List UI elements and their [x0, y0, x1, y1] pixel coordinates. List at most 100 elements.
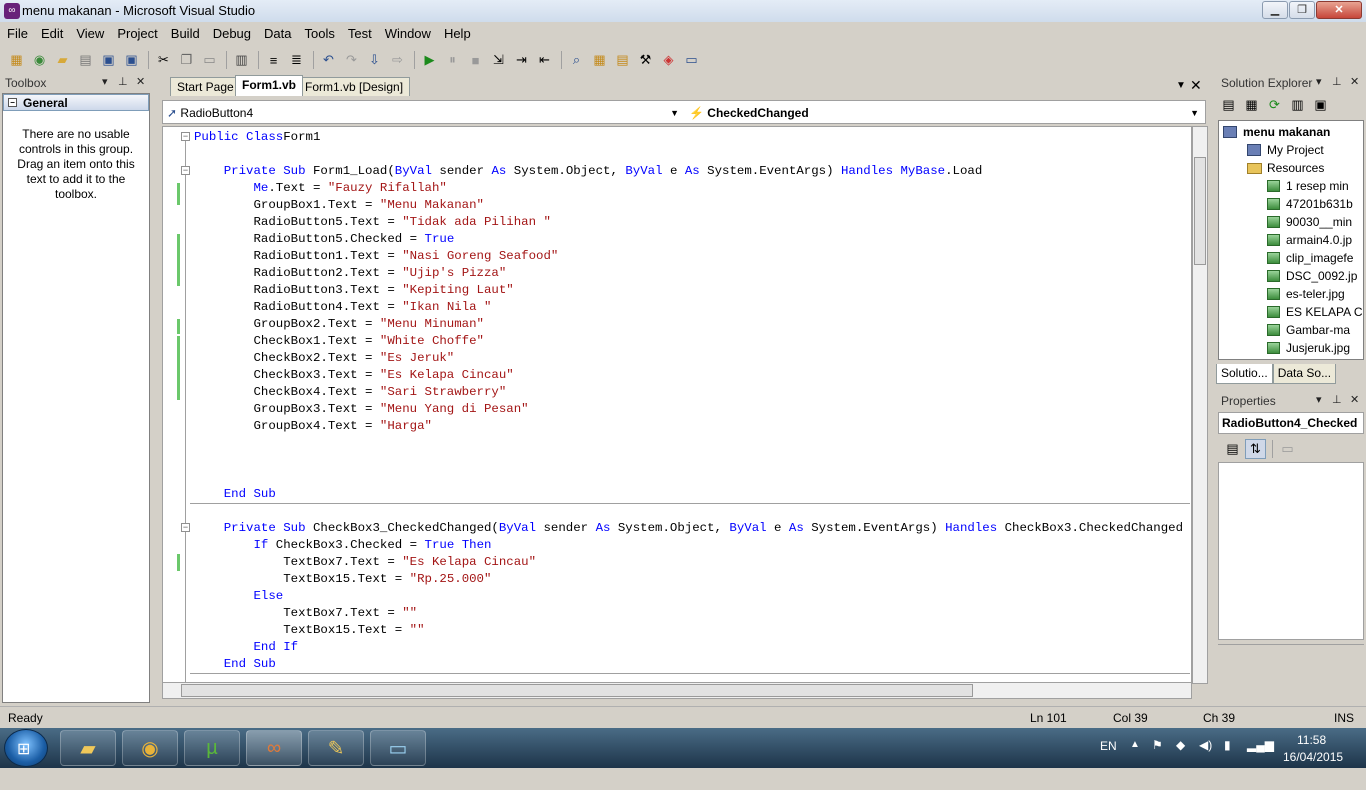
tab-form1-vb[interactable]: Form1.vb: [235, 75, 304, 96]
add-new-item-icon[interactable]: ▤: [75, 50, 96, 70]
code-line[interactable]: RadioButton5.Text = "Tidak ada Pilihan ": [194, 214, 550, 231]
code-line[interactable]: RadioButton2.Text = "Ujip's Pizza": [194, 265, 506, 282]
tree-item[interactable]: My Project: [1247, 141, 1324, 159]
step-out-icon[interactable]: ⇤: [534, 50, 555, 70]
toolbox-group-general[interactable]: − General: [3, 94, 149, 111]
code-line[interactable]: GroupBox4.Text = "Harga": [194, 418, 431, 435]
pin-icon[interactable]: ⊥: [1332, 393, 1342, 406]
scroll-thumb[interactable]: [1194, 157, 1206, 265]
taskbar-chrome[interactable]: ◉: [122, 730, 178, 766]
open-file-icon[interactable]: ▰: [52, 50, 73, 70]
dropdown-icon[interactable]: ▾: [102, 75, 108, 88]
code-line[interactable]: If CheckBox3.Checked = True Then: [194, 537, 492, 554]
code-line[interactable]: CheckBox3.Text = "Es Kelapa Cincau": [194, 367, 513, 384]
toolbox-empty-message[interactable]: There are no usable controls in this gro…: [11, 127, 141, 202]
code-line[interactable]: TextBox15.Text = "Rp.25.000": [194, 571, 491, 588]
collapse-icon[interactable]: −: [181, 166, 190, 175]
start-page-icon[interactable]: ▭: [681, 50, 702, 70]
code-line[interactable]: GroupBox2.Text = "Menu Minuman": [194, 316, 484, 333]
tree-item[interactable]: clip_imagefe: [1267, 249, 1353, 267]
save-all-icon[interactable]: ▣: [121, 50, 142, 70]
navigate-icon[interactable]: ⇩: [364, 50, 385, 70]
start-debugging-icon[interactable]: ▶: [419, 50, 440, 70]
taskbar-explorer[interactable]: ▰: [60, 730, 116, 766]
language-indicator[interactable]: EN: [1100, 739, 1117, 779]
taskbar-paint[interactable]: ✎: [308, 730, 364, 766]
properties-icon[interactable]: ▦: [1241, 95, 1262, 115]
taskbar-visual-studio[interactable]: ∞: [246, 730, 302, 766]
code-line[interactable]: End Sub: [194, 656, 276, 673]
properties-object-selector[interactable]: RadioButton4_Checked: [1218, 412, 1364, 434]
save-icon[interactable]: ▣: [98, 50, 119, 70]
toolbox-icon[interactable]: ⚒: [635, 50, 656, 70]
code-line[interactable]: Private Sub CheckBox3_CheckedChanged(ByV…: [194, 520, 1183, 537]
code-line[interactable]: GroupBox3.Text = "Menu Yang di Pesan": [194, 401, 528, 418]
code-line[interactable]: Private Sub Form1_Load(ByVal sender As S…: [194, 163, 983, 180]
code-line[interactable]: TextBox7.Text = "": [194, 605, 417, 622]
view-designer-icon[interactable]: ▣: [1310, 95, 1331, 115]
code-line[interactable]: End If: [194, 639, 299, 656]
code-text-area[interactable]: − − − Public ClassForm1 Private Sub Form…: [162, 126, 1192, 684]
show-hidden-icons[interactable]: ▲: [1130, 739, 1140, 779]
code-line[interactable]: Me.Text = "Fauzy Rifallah": [194, 180, 447, 197]
code-line[interactable]: CheckBox2.Text = "Es Jeruk": [194, 350, 454, 367]
tab-form1-design[interactable]: Form1.vb [Design]: [298, 77, 411, 96]
tree-item[interactable]: 47201b631b: [1267, 195, 1353, 213]
pin-icon[interactable]: ⊥: [118, 75, 128, 88]
vertical-scrollbar[interactable]: [1192, 126, 1208, 684]
code-line[interactable]: RadioButton1.Text = "Nasi Goreng Seafood…: [194, 248, 558, 265]
property-grid[interactable]: [1218, 462, 1364, 640]
undo-icon[interactable]: ↶: [318, 50, 339, 70]
menu-project[interactable]: Project: [110, 22, 163, 46]
tab-solution-explorer[interactable]: Solutio...: [1216, 364, 1273, 384]
collapse-icon[interactable]: −: [8, 98, 17, 107]
new-project-icon[interactable]: ▦: [6, 50, 27, 70]
code-line[interactable]: CheckBox4.Text = "Sari Strawberry": [194, 384, 506, 401]
menu-edit[interactable]: Edit: [34, 22, 69, 46]
categorized-icon[interactable]: ▤: [1222, 439, 1243, 459]
code-line[interactable]: RadioButton4.Text = "Ikan Nila ": [194, 299, 491, 316]
uncomment-icon[interactable]: ≣: [286, 50, 307, 70]
tree-item[interactable]: Gambar-ma: [1267, 321, 1350, 339]
step-over-icon[interactable]: ⇥: [511, 50, 532, 70]
pin-icon[interactable]: ⊥: [1332, 75, 1342, 88]
tree-item[interactable]: Jusjeruk.jpg: [1267, 339, 1350, 357]
close-button[interactable]: ✕: [1316, 1, 1362, 19]
tab-start-page[interactable]: Start Page: [170, 77, 241, 96]
volume-icon[interactable]: ◀): [1199, 738, 1212, 778]
code-line[interactable]: Public ClassForm1: [194, 129, 320, 146]
code-line[interactable]: RadioButton3.Text = "Kepiting Laut": [194, 282, 513, 299]
maximize-button[interactable]: ❐: [1289, 1, 1315, 19]
code-line[interactable]: TextBox15.Text = "": [194, 622, 424, 639]
collapse-icon[interactable]: −: [181, 132, 190, 141]
scroll-thumb[interactable]: [181, 684, 973, 697]
find-in-files-icon[interactable]: ⌕: [566, 50, 587, 70]
menu-tools[interactable]: Tools: [297, 22, 340, 46]
pause-icon[interactable]: ⏸: [442, 50, 463, 70]
dropdown-icon[interactable]: ▾: [1316, 393, 1322, 406]
stop-icon[interactable]: ■: [465, 50, 486, 70]
code-line[interactable]: RadioButton5.Checked = True: [194, 231, 454, 248]
code-line[interactable]: Else: [194, 588, 284, 605]
step-into-icon[interactable]: ⇲: [488, 50, 509, 70]
start-button[interactable]: ⊞: [4, 729, 48, 767]
paste-icon[interactable]: ▭: [199, 50, 220, 70]
refresh-icon[interactable]: ⟳: [1264, 95, 1285, 115]
horizontal-scrollbar[interactable]: [162, 682, 1192, 699]
navigate-forward-icon[interactable]: ⇨: [387, 50, 408, 70]
tree-project-root[interactable]: menu makanan: [1223, 123, 1330, 141]
tree-item[interactable]: ES KELAPA C: [1267, 303, 1362, 321]
solution-explorer-icon[interactable]: ▦: [589, 50, 610, 70]
tree-item[interactable]: Resources: [1247, 159, 1324, 177]
dropbox-icon[interactable]: ◆: [1176, 738, 1185, 778]
copy-icon[interactable]: ❐: [176, 50, 197, 70]
alphabetical-icon[interactable]: ⇅: [1245, 439, 1266, 459]
tree-item[interactable]: DSC_0092.jp: [1267, 267, 1357, 285]
menu-data[interactable]: Data: [257, 22, 297, 46]
cut-icon[interactable]: ✂: [153, 50, 174, 70]
code-line[interactable]: End Sub: [194, 486, 276, 503]
clock-date[interactable]: 16/04/2015: [1283, 750, 1343, 790]
menu-file[interactable]: File: [0, 22, 34, 46]
code-line[interactable]: CheckBox1.Text = "White Choffe": [194, 333, 484, 350]
find-icon[interactable]: ▥: [231, 50, 252, 70]
